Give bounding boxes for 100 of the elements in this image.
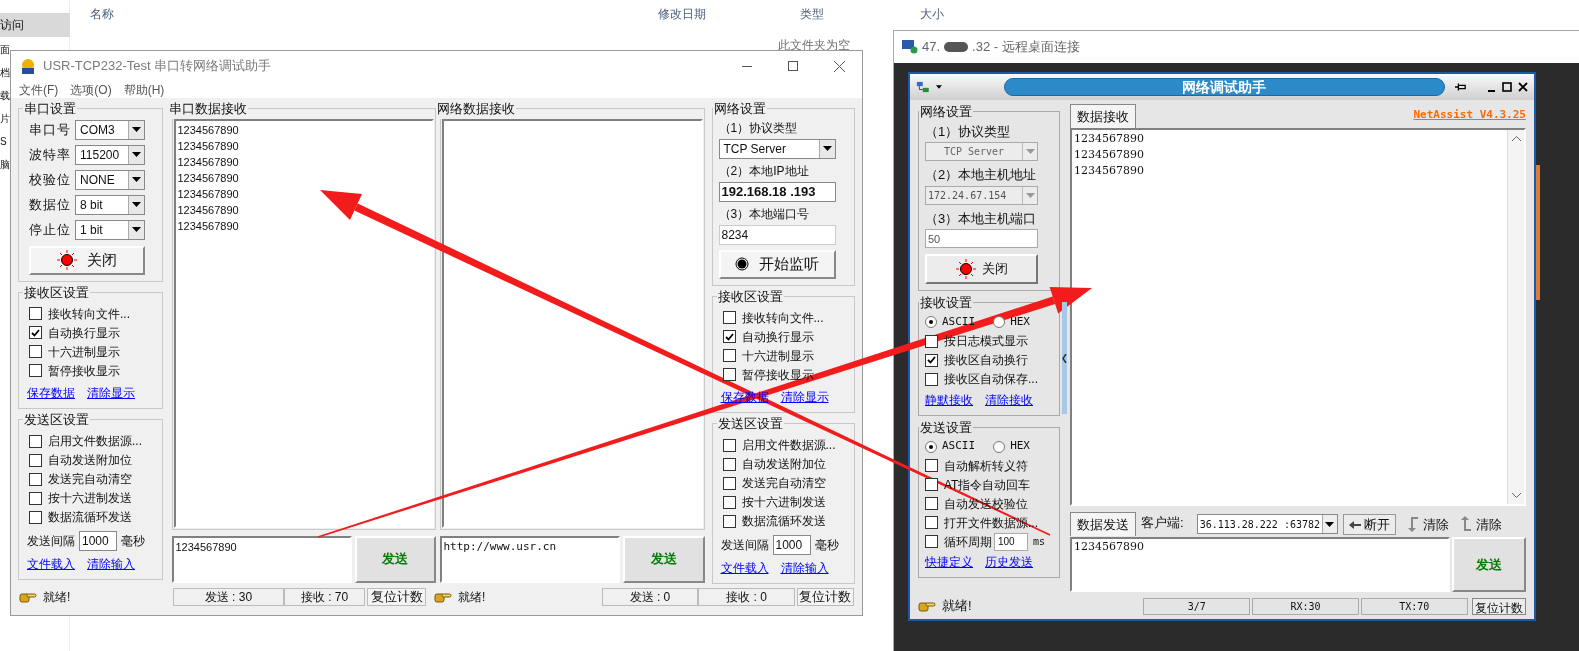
checkbox[interactable] <box>925 353 938 367</box>
checkbox[interactable] <box>29 307 42 320</box>
reset-count-button[interactable]: 复位计数 <box>796 588 854 606</box>
dropdown[interactable]: TCP Server <box>925 142 1038 161</box>
scrollbar[interactable] <box>1507 130 1524 504</box>
cycle-field[interactable]: 100 <box>994 532 1028 551</box>
dropdown[interactable]: 1 bit <box>75 219 145 240</box>
group-title: 发送区设置 <box>23 411 90 429</box>
port-field[interactable]: 8234 <box>718 224 836 245</box>
link[interactable]: 文件载入 <box>720 558 769 577</box>
receive-tab[interactable]: 数据接收 <box>1070 104 1136 128</box>
link[interactable]: 清除显示 <box>87 384 135 402</box>
group-title: 网络设置 <box>712 100 767 118</box>
checkbox[interactable] <box>722 368 736 381</box>
send-button[interactable]: 发送 <box>1452 537 1526 592</box>
column-header[interactable]: 名称 <box>90 5 114 23</box>
start-listen-button[interactable]: 开始监听 <box>718 249 836 279</box>
checkbox[interactable] <box>29 472 42 486</box>
checkbox[interactable] <box>925 516 938 529</box>
checkbox[interactable] <box>722 457 736 471</box>
dropdown[interactable]: 172.24.67.154 <box>925 185 1038 205</box>
link[interactable]: 历史发送 <box>985 553 1033 571</box>
text-area[interactable]: 1234567890 <box>1070 537 1450 592</box>
checkbox[interactable] <box>29 453 42 467</box>
port-field[interactable]: 50 <box>925 229 1038 248</box>
client-dropdown[interactable]: 36.113.28.222 :63782 <box>1196 514 1338 534</box>
dropdown[interactable]: 8 bit <box>75 194 145 215</box>
clear-button[interactable]: 清除 <box>1406 514 1449 534</box>
checkbox[interactable] <box>722 438 736 452</box>
interval-field[interactable]: 1000 <box>772 534 811 555</box>
link[interactable]: 清除接收 <box>985 390 1033 409</box>
radio-button[interactable] <box>925 440 937 453</box>
checkbox[interactable] <box>29 434 42 448</box>
disconnect-button[interactable]: 断开 <box>1342 514 1396 535</box>
send-button[interactable]: 发送 <box>622 535 705 583</box>
text-area[interactable]: 1234567890 <box>171 535 352 583</box>
menu-item[interactable]: 帮助(H) <box>123 81 165 98</box>
checkbox[interactable] <box>722 311 736 324</box>
sidebar-item[interactable]: 面 <box>0 40 10 60</box>
checkbox[interactable] <box>925 459 938 472</box>
checkbox[interactable] <box>925 478 938 491</box>
column-header[interactable]: 类型 <box>800 5 824 23</box>
field-label: 停止位 <box>29 220 71 239</box>
radio-button[interactable] <box>925 316 937 328</box>
clear-button[interactable]: 清除 <box>1459 514 1502 534</box>
checkbox[interactable] <box>29 491 42 505</box>
link[interactable]: 静默接收 <box>925 390 973 409</box>
column-header[interactable]: 大小 <box>920 5 944 23</box>
checkbox[interactable] <box>29 510 42 524</box>
link[interactable]: 保存数据 <box>27 384 75 402</box>
checkbox[interactable] <box>925 497 938 510</box>
interval-field[interactable]: 1000 <box>79 530 117 551</box>
pin-icon[interactable] <box>1455 82 1467 92</box>
ip-field[interactable]: 192.168.18 .193 <box>718 181 836 202</box>
dropdown[interactable]: 115200 <box>75 144 145 165</box>
radio-button[interactable] <box>993 440 1006 453</box>
status-text: 就绪! <box>458 589 486 606</box>
checkbox[interactable] <box>29 345 42 358</box>
text-area[interactable]: http://www.usr.cn <box>439 535 620 583</box>
link[interactable]: 清除输入 <box>780 558 829 577</box>
sidebar-item[interactable]: 载 <box>0 86 10 106</box>
close-button[interactable]: 关闭 <box>925 254 1038 284</box>
reset-count-button[interactable]: 复位计数 <box>1471 597 1526 615</box>
text-line: 1234567890 <box>177 186 239 202</box>
menu-item[interactable]: 选项(O) <box>70 81 112 98</box>
link[interactable]: 文件载入 <box>27 554 75 573</box>
checkbox[interactable] <box>29 326 42 339</box>
dropdown[interactable]: NONE <box>75 169 145 190</box>
caret-icon[interactable] <box>935 85 942 89</box>
close-icon[interactable] <box>1518 82 1528 92</box>
checkbox[interactable] <box>722 495 736 509</box>
splitter-handle[interactable] <box>1062 302 1067 414</box>
close-port-button[interactable]: 关闭 <box>29 245 145 275</box>
text-area[interactable]: 1234567890 1234567890 1234567890 1234567890 1234567890 1234567890 1234567890 <box>173 118 434 528</box>
sidebar-item[interactable]: S <box>0 132 7 152</box>
link[interactable]: 清除显示 <box>780 388 829 406</box>
maximize-icon[interactable] <box>1502 82 1512 92</box>
checkbox[interactable] <box>925 372 938 386</box>
column-header[interactable]: 修改日期 <box>658 5 706 23</box>
checkbox[interactable] <box>722 349 736 362</box>
sidebar-item[interactable]: 片 <box>0 109 10 129</box>
sidebar-item[interactable]: 访问 <box>0 13 70 37</box>
checkbox[interactable] <box>925 334 938 348</box>
checkbox[interactable] <box>722 476 736 490</box>
checkbox[interactable] <box>722 514 736 528</box>
reset-count-button[interactable]: 复位计数 <box>366 588 427 606</box>
send-button[interactable]: 发送 <box>354 535 436 583</box>
status-text: 就绪! <box>43 589 71 606</box>
checkbox[interactable] <box>925 535 938 548</box>
sidebar-item[interactable]: 档 <box>0 63 10 83</box>
menu-item[interactable]: 文件(F) <box>19 81 59 98</box>
checkbox[interactable] <box>722 330 736 343</box>
dropdown[interactable]: COM3 <box>75 119 145 140</box>
sidebar-item[interactable]: 脑 <box>0 155 10 175</box>
checkbox-label: 启用文件数据源... <box>48 433 142 450</box>
link[interactable]: 快捷定义 <box>925 553 973 571</box>
dropdown[interactable]: TCP Server <box>718 138 836 159</box>
link[interactable]: 清除输入 <box>87 554 135 573</box>
checkbox[interactable] <box>29 364 42 377</box>
send-tab[interactable]: 数据发送 <box>1070 512 1136 536</box>
